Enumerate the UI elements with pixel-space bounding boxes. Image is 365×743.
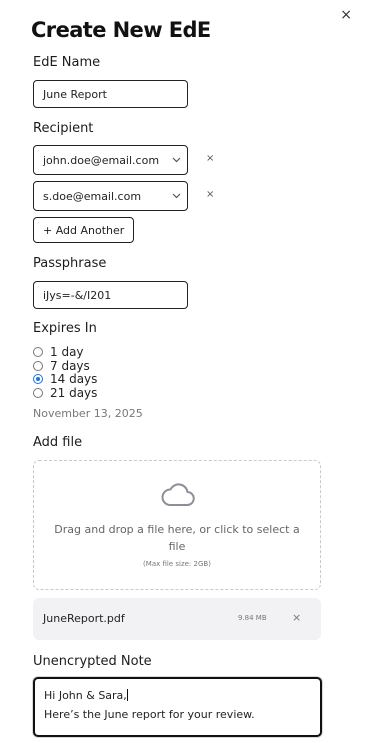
note-line-2: Here’s the June report for your review. [44,708,255,721]
unencrypted-note-textarea[interactable]: Hi John & Sara, Here’s the June report f… [33,677,322,737]
expiry-date-text: November 13, 2025 [33,407,143,420]
radio-button[interactable] [33,361,43,371]
recipient-select-1[interactable]: john.doe@email.com [33,145,188,175]
expiry-option-label: 14 days [50,372,98,386]
expires-in-label: Expires In [33,321,97,336]
radio-button-selected[interactable] [33,374,43,384]
expiry-option-7-days[interactable]: 7 days [33,359,90,373]
expiry-option-label: 7 days [50,359,90,373]
dropzone-max-size: (Max file size: 2GB) [143,560,211,568]
expiry-option-label: 21 days [50,386,98,400]
recipient-value-2: s.doe@email.com [43,189,142,203]
ede-name-label: EdE Name [33,55,101,70]
attached-file-size: 9.84 MB [238,614,267,622]
attached-file-card: JuneReport.pdf 9.84 MB × [33,598,321,640]
recipient-select-2[interactable]: s.doe@email.com [33,181,188,211]
close-button[interactable]: × [340,7,352,23]
add-another-recipient-button[interactable]: + Add Another [33,217,135,243]
add-file-label: Add file [33,435,83,450]
remove-recipient-2-button[interactable]: × [206,189,214,200]
note-line-1: Hi John & Sara, [44,689,127,702]
chevron-down-icon [165,157,187,163]
chevron-down-icon [165,193,187,199]
radio-button[interactable] [33,347,43,357]
remove-file-button[interactable]: × [292,611,301,624]
recipient-label: Recipient [33,121,94,136]
radio-button[interactable] [33,388,43,398]
expiry-option-1-day[interactable]: 1 day [33,345,84,359]
cloud-icon [161,483,195,511]
remove-recipient-1-button[interactable]: × [206,153,214,164]
unencrypted-note-label: Unencrypted Note [33,654,152,669]
expiry-option-14-days[interactable]: 14 days [33,372,97,386]
dropzone-instructions: Drag and drop a file here, or click to s… [54,523,300,553]
passphrase-input[interactable]: iJys=-&/I201 [33,281,188,309]
file-dropzone[interactable]: Drag and drop a file here, or click to s… [33,460,321,590]
ede-name-input[interactable]: June Report [33,80,188,108]
expiry-option-21-days[interactable]: 21 days [33,386,97,400]
passphrase-label: Passphrase [33,256,107,271]
dialog-title: Create New EdE [31,18,211,42]
attached-file-name: JuneReport.pdf [43,612,125,625]
recipient-value-1: john.doe@email.com [43,153,160,167]
text-cursor [126,689,128,701]
expiry-option-label: 1 day [50,345,84,359]
